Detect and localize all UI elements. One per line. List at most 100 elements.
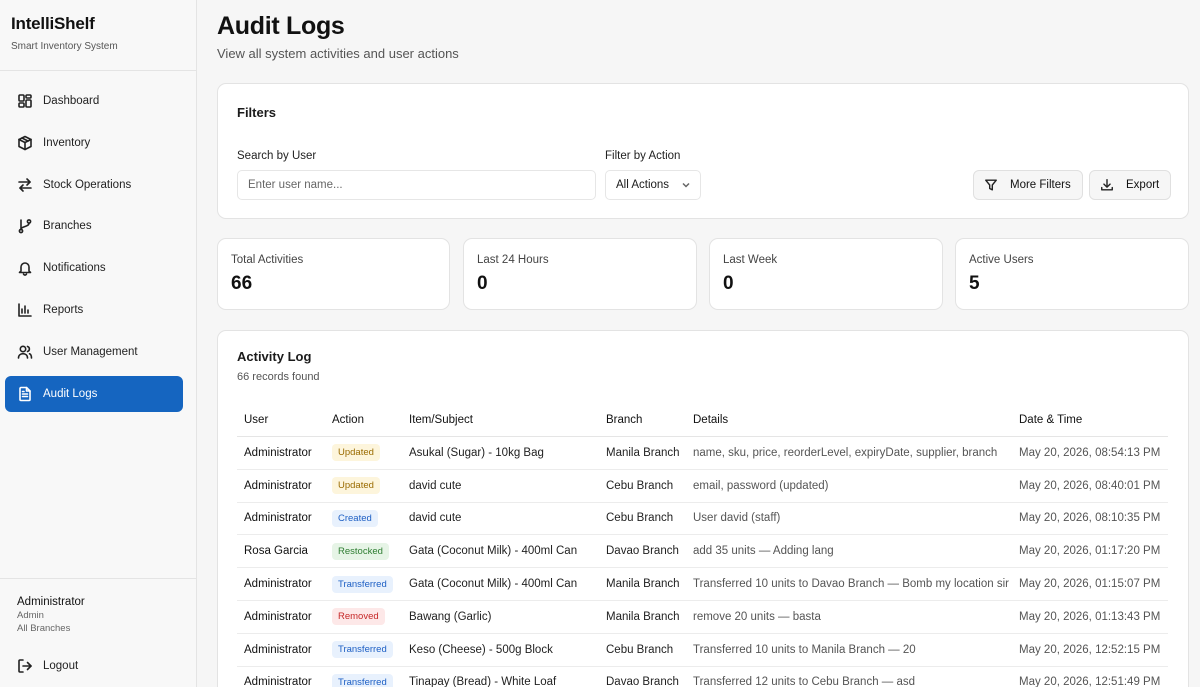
- more-filters-label: More Filters: [1010, 179, 1071, 191]
- sidebar-item-label: Notifications: [43, 262, 106, 275]
- cell-item: Gata (Coconut Milk) - 400ml Can: [409, 578, 578, 591]
- filters-title: Filters: [237, 105, 277, 120]
- chevron-down-icon: [681, 180, 691, 190]
- cell-item: Gata (Coconut Milk) - 400ml Can: [409, 545, 578, 558]
- stat-value: 5: [969, 273, 980, 294]
- box-icon: [17, 135, 33, 151]
- sidebar-item-notifications[interactable]: Notifications: [5, 250, 183, 286]
- action-filter-select[interactable]: All Actions: [605, 170, 701, 200]
- stat-value: 66: [231, 273, 253, 294]
- cell-item: Tinapay (Bread) - White Loaf: [409, 676, 557, 687]
- file-text-icon: [17, 386, 33, 402]
- logout-button[interactable]: Logout: [5, 649, 184, 683]
- app-title: IntelliShelf: [11, 14, 95, 33]
- sidebar-item-dashboard[interactable]: Dashboard: [5, 83, 183, 119]
- cell-date: May 20, 2026, 01:13:43 PM: [1019, 610, 1161, 623]
- download-icon: [1101, 179, 1113, 191]
- sidebar-item-label: Branches: [43, 220, 92, 233]
- git-branch-icon: [17, 218, 33, 234]
- bar-chart-icon: [17, 302, 33, 318]
- cell-details: Transferred 10 units to Manila Branch — …: [693, 643, 916, 656]
- sidebar-item-inventory[interactable]: Inventory: [5, 125, 183, 161]
- stat-card-last-24-hours: Last 24 Hours 0: [463, 238, 697, 310]
- stat-card-active-users: Active Users 5: [955, 238, 1189, 310]
- sidebar-item-label: Stock Operations: [43, 178, 132, 191]
- user-role: Admin: [17, 610, 44, 621]
- arrows-icon: [17, 177, 33, 193]
- action-badge: Updated: [332, 477, 380, 495]
- cell-user: Administrator: [244, 512, 312, 525]
- cell-item: Keso (Cheese) - 500g Block: [409, 643, 553, 656]
- column-header-branch[interactable]: Branch: [606, 414, 693, 426]
- app-subtitle: Smart Inventory System: [11, 41, 118, 52]
- sidebar-item-stock-operations[interactable]: Stock Operations: [5, 167, 183, 203]
- column-header-date[interactable]: Date & Time: [1019, 414, 1168, 426]
- stat-card-last-week: Last Week 0: [709, 238, 943, 310]
- records-count: 66 records found: [237, 371, 320, 383]
- action-badge: Transferred: [332, 673, 393, 687]
- column-header-action[interactable]: Action: [332, 414, 409, 426]
- cell-user: Administrator: [244, 578, 312, 591]
- user-name: Administrator: [17, 596, 85, 608]
- stat-label: Active Users: [969, 254, 1034, 266]
- column-header-details[interactable]: Details: [693, 414, 1019, 426]
- table-row[interactable]: Administrator Created david cute Cebu Br…: [237, 503, 1168, 536]
- table-header: User Action Item/Subject Branch Details …: [237, 403, 1168, 437]
- table-row[interactable]: Administrator Updated Asukal (Sugar) - 1…: [237, 437, 1168, 470]
- activity-log-title: Activity Log: [237, 349, 312, 364]
- cell-user: Administrator: [244, 643, 312, 656]
- current-user: Administrator Admin All Branches: [0, 578, 197, 634]
- cell-user: Administrator: [244, 676, 312, 687]
- stat-value: 0: [723, 273, 734, 294]
- user-branch: All Branches: [17, 623, 71, 634]
- cell-branch: Cebu Branch: [606, 643, 674, 656]
- cell-user: Rosa Garcia: [244, 545, 308, 558]
- cell-details: name, sku, price, reorderLevel, expiryDa…: [693, 446, 998, 459]
- table-row[interactable]: Administrator Transferred Keso (Cheese) …: [237, 634, 1168, 667]
- sidebar-item-label: Inventory: [43, 136, 91, 149]
- sidebar-item-reports[interactable]: Reports: [5, 292, 183, 328]
- sidebar: IntelliShelf Smart Inventory System Dash…: [0, 0, 197, 687]
- sidebar-item-label: User Management: [43, 345, 138, 358]
- sidebar-item-audit-logs[interactable]: Audit Logs: [5, 375, 183, 412]
- stat-label: Last 24 Hours: [477, 254, 549, 266]
- export-button[interactable]: Export: [1089, 170, 1171, 200]
- filter-icon: [985, 179, 997, 191]
- table-row[interactable]: Rosa Garcia Restocked Gata (Coconut Milk…: [237, 535, 1168, 569]
- action-badge: Updated: [332, 444, 380, 462]
- page-subtitle: View all system activities and user acti…: [217, 46, 459, 61]
- column-header-item[interactable]: Item/Subject: [409, 414, 606, 426]
- cell-branch: Manila Branch: [606, 610, 680, 623]
- export-label: Export: [1126, 179, 1160, 191]
- action-badge: Restocked: [332, 542, 389, 560]
- cell-details: User david (staff): [693, 512, 781, 525]
- more-filters-button[interactable]: More Filters: [973, 170, 1083, 200]
- action-badge: Removed: [332, 608, 385, 626]
- stat-label: Total Activities: [231, 254, 304, 266]
- action-filter-value: All Actions: [616, 179, 670, 191]
- cell-date: May 20, 2026, 12:52:15 PM: [1019, 643, 1161, 656]
- cell-branch: Davao Branch: [606, 545, 679, 558]
- column-header-user[interactable]: User: [237, 414, 332, 426]
- sidebar-item-branches[interactable]: Branches: [5, 208, 183, 244]
- cell-item: Bawang (Garlic): [409, 610, 492, 623]
- search-user-input[interactable]: [237, 170, 596, 200]
- search-label: Search by User: [237, 150, 317, 162]
- cell-details: remove 20 units — basta: [693, 610, 821, 623]
- cell-date: May 20, 2026, 12:51:49 PM: [1019, 676, 1161, 687]
- brand: IntelliShelf Smart Inventory System: [0, 0, 196, 71]
- cell-branch: Cebu Branch: [606, 479, 674, 492]
- cell-details: add 35 units — Adding lang: [693, 545, 834, 558]
- action-badge: Transferred: [332, 575, 393, 593]
- table-row[interactable]: Administrator Transferred Gata (Coconut …: [237, 568, 1168, 601]
- stat-value: 0: [477, 273, 488, 294]
- table-row[interactable]: Administrator Updated david cute Cebu Br…: [237, 470, 1168, 503]
- bell-icon: [17, 260, 33, 276]
- sidebar-item-user-management[interactable]: User Management: [5, 334, 183, 370]
- table-row[interactable]: Administrator Transferred Tinapay (Bread…: [237, 667, 1168, 687]
- sidebar-item-label: Reports: [43, 303, 84, 316]
- activity-log-card: Activity Log 66 records found User Actio…: [217, 330, 1189, 687]
- cell-user: Administrator: [244, 446, 312, 459]
- cell-date: May 20, 2026, 01:15:07 PM: [1019, 578, 1161, 591]
- table-row[interactable]: Administrator Removed Bawang (Garlic) Ma…: [237, 601, 1168, 634]
